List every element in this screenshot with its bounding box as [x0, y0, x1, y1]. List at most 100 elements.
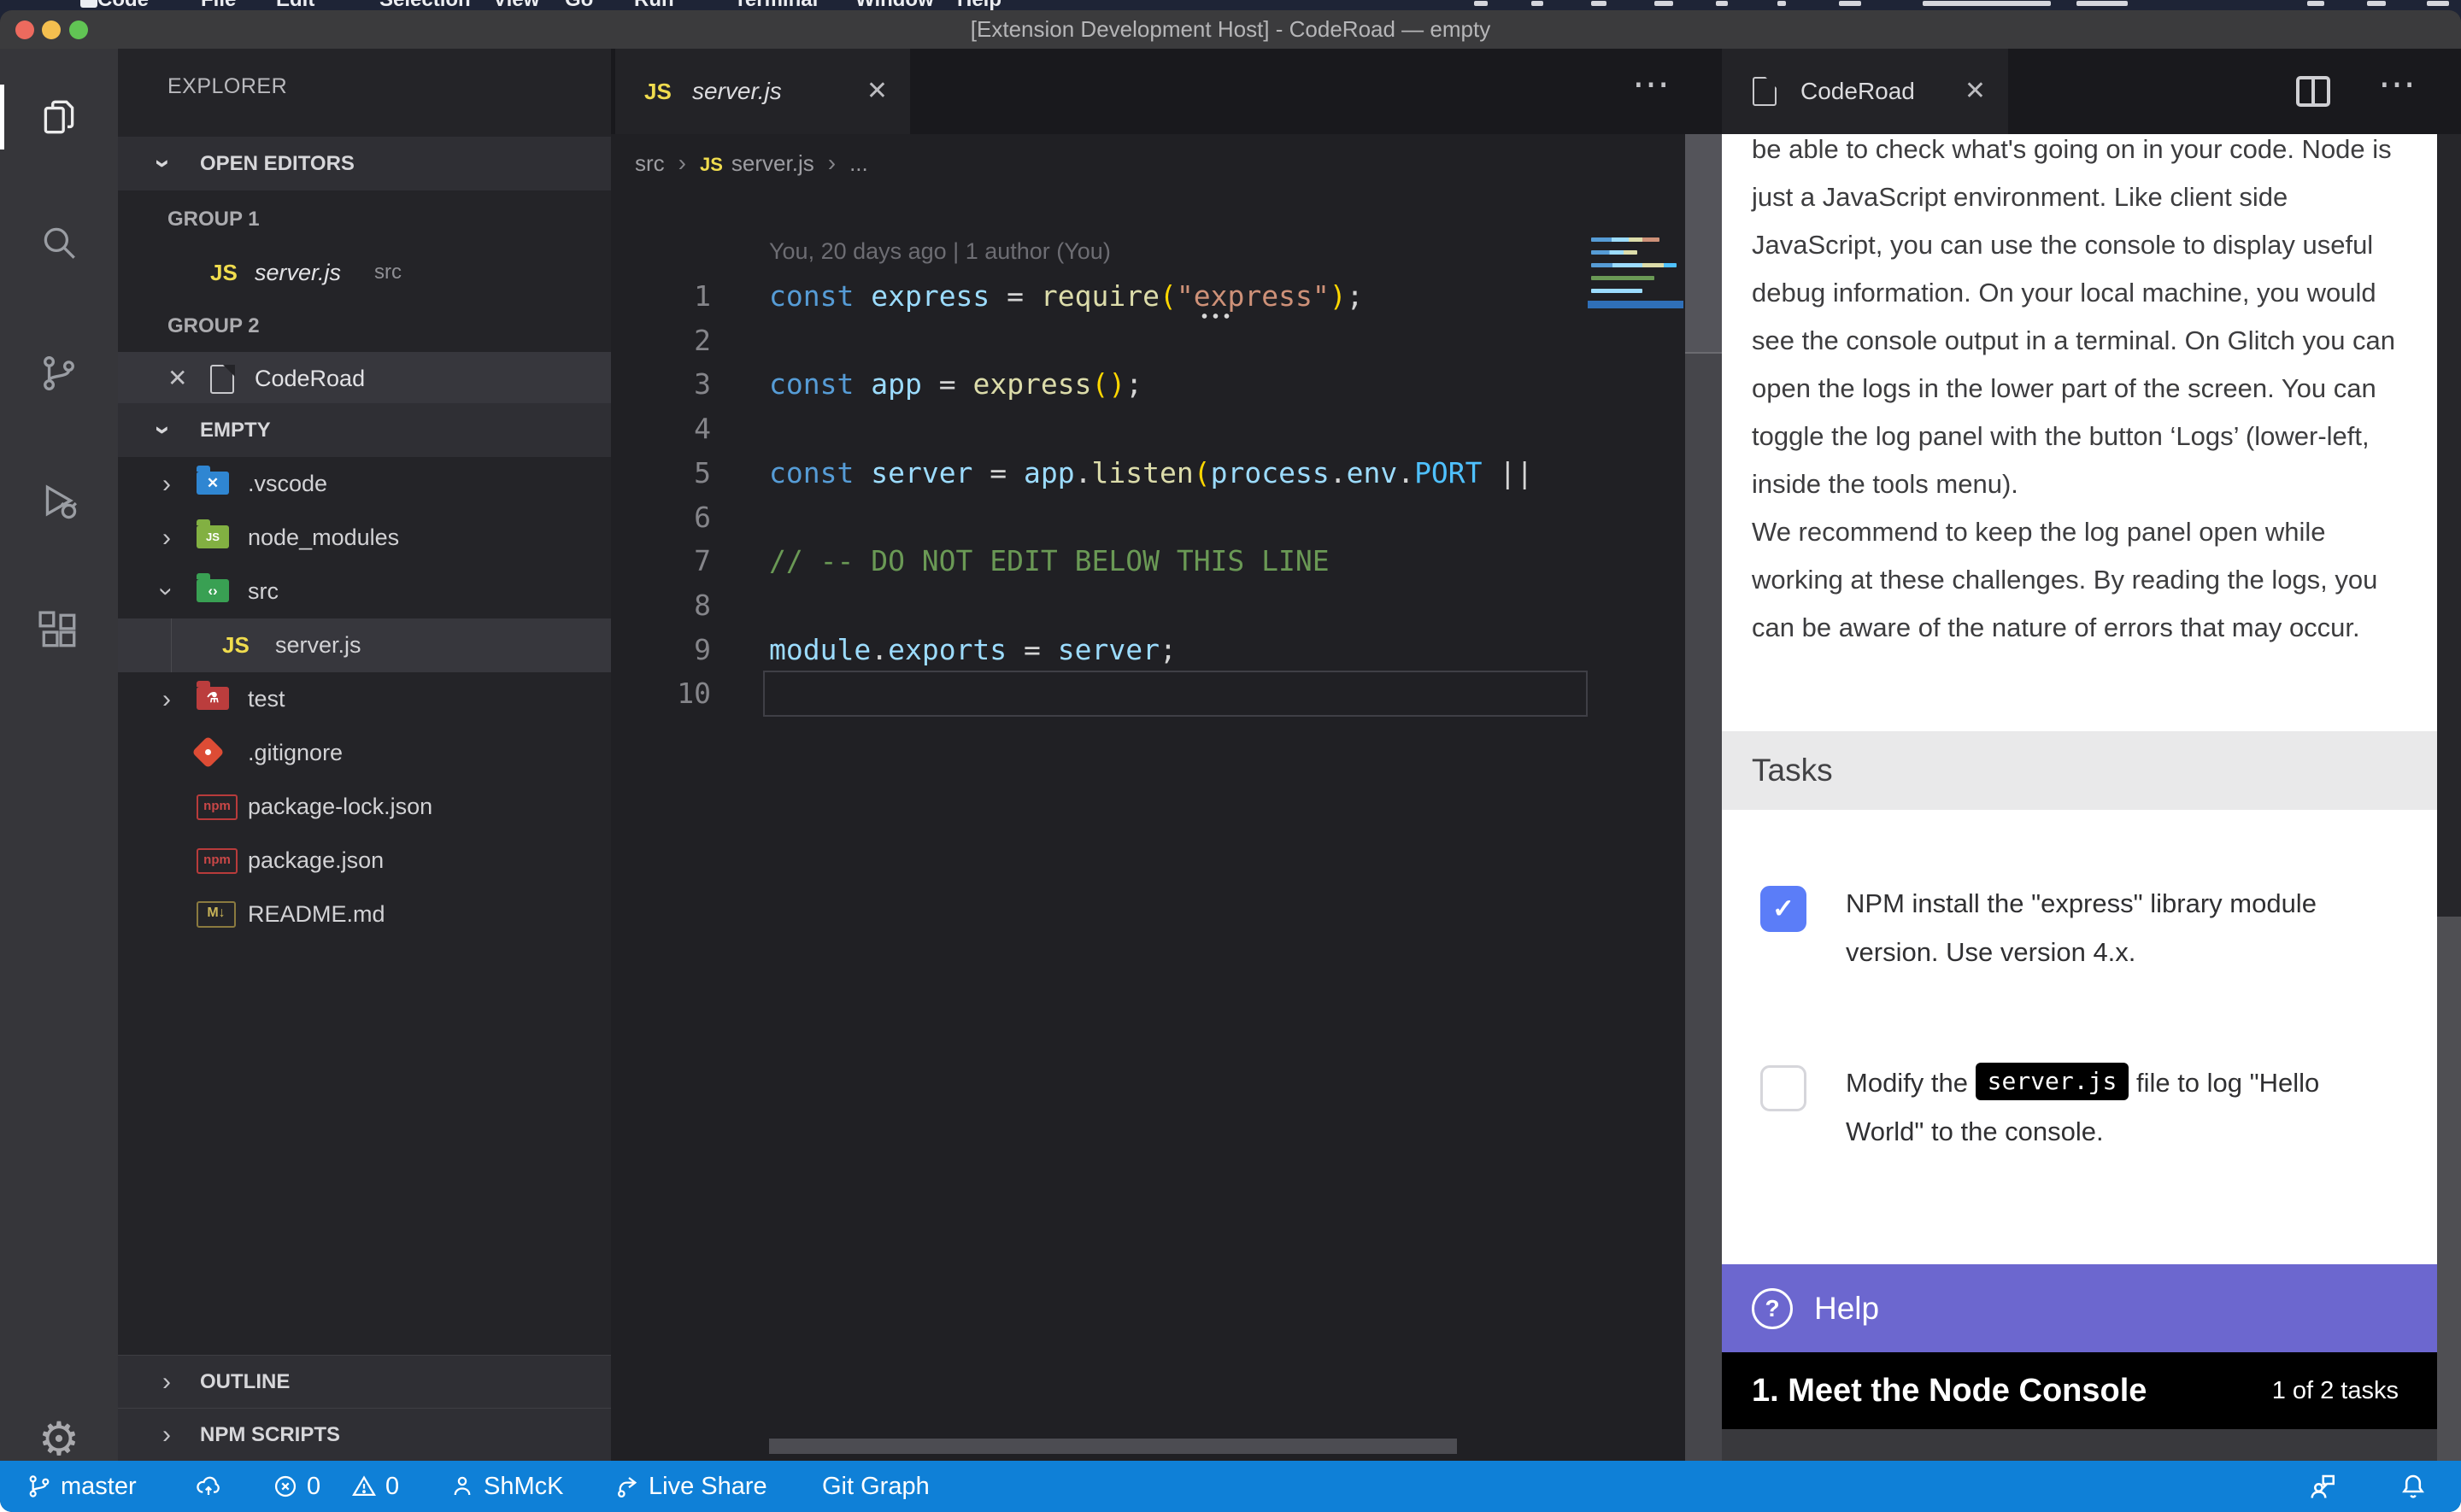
split-editor-icon[interactable]	[2293, 71, 2334, 116]
breadcrumb-item[interactable]: server.js	[731, 150, 814, 176]
md-icon: M↓	[197, 901, 236, 928]
sidebar-title: EXPLORER	[167, 74, 287, 99]
line-number: 9	[611, 628, 711, 672]
chevron-right-icon: ›	[162, 672, 171, 726]
explorer-icon[interactable]	[0, 76, 118, 158]
line-number: 1	[611, 274, 711, 319]
minimap[interactable]	[1588, 231, 1683, 1461]
menu-status-icon	[2076, 1, 2128, 6]
code-line-8: 8	[611, 583, 1722, 628]
lesson-footer: 1. Meet the Node Console 1 of 2 tasks	[1722, 1352, 2437, 1429]
scrollbar-thumb[interactable]	[1685, 134, 1722, 354]
inline-code-chip: server.js	[1976, 1063, 2129, 1100]
breadcrumb-item[interactable]: ...	[849, 150, 868, 176]
tree-item-label: .gitignore	[248, 726, 343, 780]
run-debug-icon[interactable]	[0, 460, 118, 542]
window-title: [Extension Development Host] - CodeRoad …	[0, 10, 2461, 49]
open-editor-item-coderoad[interactable]: ✕CodeRoad	[118, 352, 611, 405]
editor-horizontal-scrollbar[interactable]	[769, 1439, 1457, 1454]
minimap-line	[1591, 289, 1642, 293]
tab-coderoad[interactable]: CodeRoad ✕	[1722, 49, 2008, 134]
minimap-line	[1591, 237, 1659, 242]
tree-item-package.json[interactable]: npmpackage.json	[118, 834, 611, 888]
code-line-9: 9module.exports = server;	[611, 628, 1722, 672]
status-shmck[interactable]: ShMcK	[449, 1461, 563, 1512]
webview-scrollbar[interactable]	[2437, 134, 2461, 1461]
task-checkbox[interactable]: ✓	[1760, 886, 1806, 932]
more-actions-icon[interactable]: ⋯	[2378, 62, 2418, 106]
open-editors-header[interactable]: › OPEN EDITORS	[118, 137, 611, 190]
current-line-highlight	[763, 671, 1588, 717]
lesson-paragraph: be able to check what's going on in your…	[1752, 134, 2417, 508]
code-text: // -- DO NOT EDIT BELOW THIS LINE	[769, 539, 1330, 583]
tree-item-.vscode[interactable]: ›.vscode	[118, 457, 611, 511]
editor-group: JS server.js ✕ ⋯ src›JSserver.js›... You…	[611, 49, 1722, 1461]
tree-item-.gitignore[interactable]: .gitignore	[118, 726, 611, 780]
js-file-icon: JS	[700, 154, 723, 175]
npm-icon: npm	[197, 848, 238, 874]
tree-item-src[interactable]: ›src	[118, 565, 611, 618]
breadcrumb-item[interactable]: src	[635, 150, 665, 176]
tree-item-label: src	[248, 565, 279, 618]
section-outline[interactable]: › OUTLINE	[118, 1355, 611, 1409]
status-0[interactable]: 0	[272, 1461, 320, 1512]
title-bar[interactable]: [Extension Development Host] - CodeRoad …	[0, 10, 2461, 50]
status-master[interactable]: master	[26, 1461, 137, 1512]
menu-status-icon	[1474, 1, 1488, 6]
bell-icon[interactable]	[2398, 1461, 2429, 1512]
status-0[interactable]: 0	[350, 1461, 399, 1512]
close-tab-icon[interactable]: ✕	[1965, 49, 1986, 134]
tree-item-label: package-lock.json	[248, 780, 432, 834]
tab-server-js[interactable]: JS server.js ✕	[615, 49, 910, 134]
status-live-share[interactable]: Live Share	[614, 1461, 767, 1512]
help-section[interactable]: ? Help	[1722, 1264, 2437, 1352]
minimap-line	[1591, 250, 1637, 255]
extensions-icon[interactable]	[0, 590, 118, 672]
lesson-progress: 1 of 2 tasks	[2272, 1352, 2399, 1429]
coderoad-panel: CodeRoad ✕ ⋯ be able to check what's goi…	[1722, 49, 2461, 1461]
scrollbar-thumb[interactable]	[2437, 917, 2461, 1461]
close-icon[interactable]: ✕	[167, 352, 187, 405]
section-npm-scripts[interactable]: ›NPM SCRIPTS	[118, 1408, 611, 1461]
tree-item-label: node_modules	[248, 511, 399, 565]
section-label: OUTLINE	[200, 1356, 290, 1409]
tree-item-package-lock.json[interactable]: npmpackage-lock.json	[118, 780, 611, 834]
editor-tab-bar: JS server.js ✕ ⋯	[611, 49, 1722, 134]
code-line-5: 5const server = app.listen(process.env.P…	[611, 451, 1722, 495]
panel-bottom-strip	[1722, 1429, 2437, 1461]
status-git-graph[interactable]: Git Graph	[822, 1461, 930, 1512]
task-checkbox[interactable]	[1760, 1065, 1806, 1111]
tree-item-test[interactable]: ›test	[118, 672, 611, 726]
menu-status-icon	[2427, 1, 2449, 6]
menu-status-icon	[1839, 1, 1861, 6]
chevron-right-icon: ›	[162, 1356, 171, 1409]
close-tab-icon[interactable]: ✕	[866, 49, 888, 134]
menu-status-icon	[1654, 1, 1673, 6]
explorer-sidebar: EXPLORER › OPEN EDITORS GROUP 1JSserver.…	[118, 49, 612, 1461]
apple-logo-icon[interactable]	[80, 0, 97, 8]
coderoad-webview: be able to check what's going on in your…	[1722, 134, 2437, 1461]
tasks-header: Tasks	[1722, 731, 2437, 810]
editor-vertical-scrollbar[interactable]	[1685, 134, 1722, 1461]
editor-actions-more-icon[interactable]: ⋯	[1632, 62, 1672, 106]
workspace-header[interactable]: › EMPTY	[118, 403, 611, 457]
open-editor-item-server.js[interactable]: JSserver.jssrc	[118, 246, 611, 299]
menu-status-icon	[2367, 1, 2386, 6]
section-label: NPM SCRIPTS	[200, 1409, 340, 1461]
open-editors-group-label: GROUP 2	[167, 299, 260, 353]
tree-item-node_modules[interactable]: ›node_modules	[118, 511, 611, 565]
lesson-title: 1. Meet the Node Console	[1752, 1352, 2147, 1429]
code-line-1: 1 const express = require("express");	[611, 274, 1722, 319]
line-number: 7	[611, 539, 711, 583]
tree-item-readme.md[interactable]: M↓README.md	[118, 888, 611, 941]
line-number: 6	[611, 495, 711, 540]
status-cloud-upload[interactable]	[195, 1461, 222, 1512]
source-control-icon[interactable]	[0, 332, 118, 414]
search-icon[interactable]	[0, 202, 118, 284]
tree-item-server.js[interactable]: JSserver.js	[118, 618, 611, 672]
code-text: const express = require("express");	[769, 274, 1363, 319]
test-icon	[197, 687, 229, 710]
minimap-current-line	[1588, 301, 1683, 308]
feedback-icon[interactable]	[2307, 1461, 2338, 1512]
line-number: 4	[611, 407, 711, 451]
